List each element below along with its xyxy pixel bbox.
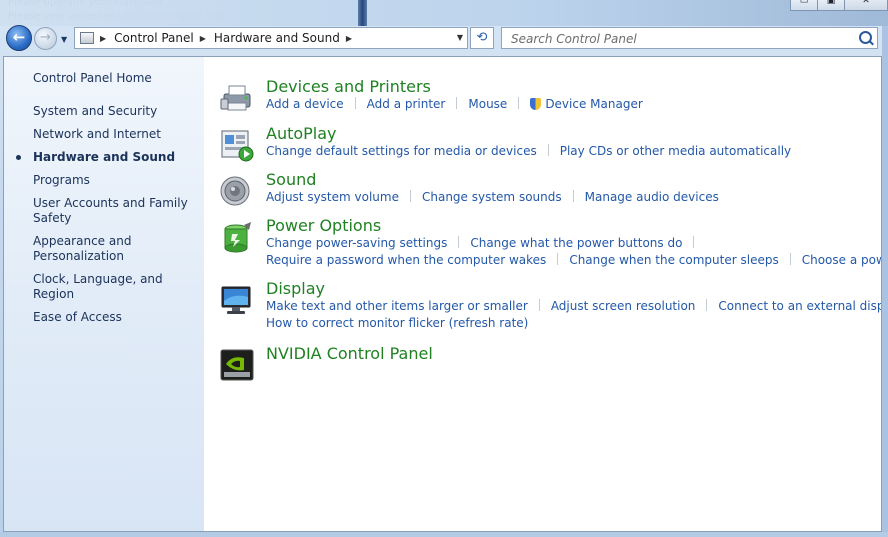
category-links: Require a password when the computer wak… [266,253,881,267]
category-title-devices-and-printers[interactable]: Devices and Printers [266,77,431,96]
minimize-button[interactable]: ▭ [790,0,818,11]
category-links: Change power-saving settings Change what … [266,236,705,250]
category-links: Make text and other items larger or smal… [266,299,881,313]
breadcrumb-arrow-icon[interactable]: ▶ [200,34,206,43]
window-border [0,532,888,537]
link-separator [409,190,411,202]
link-separator [557,253,559,265]
link-separator [693,236,695,248]
category-links: How to correct monitor flicker (refresh … [266,316,528,330]
minimize-icon: ▭ [799,0,809,6]
back-button[interactable]: ← [6,25,32,51]
sidebar-home-link[interactable]: Control Panel Home [33,71,152,85]
category-title-power-options[interactable]: Power Options [266,216,381,235]
background-window-text: Please upgrade your Flash app Please you… [8,0,231,24]
link-change-default-settings[interactable]: Change default settings for media or dev… [266,144,537,158]
nvidia-icon[interactable] [220,348,254,382]
link-separator [518,97,520,109]
sidebar-nav: System and Security Network and Internet… [16,104,198,333]
arrow-left-icon: ← [12,28,26,46]
category-title-autoplay[interactable]: AutoPlay [266,124,337,143]
link-power-buttons[interactable]: Change what the power buttons do [470,236,682,250]
link-change-system-sounds[interactable]: Change system sounds [422,190,562,204]
link-choose-power-plan[interactable]: Choose a power plan [802,253,881,267]
link-separator [456,97,458,109]
link-mouse[interactable]: Mouse [468,97,507,111]
maximize-button[interactable]: ▣ [817,0,845,11]
arrow-right-icon: → [40,30,51,45]
search-icon[interactable] [859,31,872,44]
monitor-icon[interactable] [220,283,254,317]
sidebar-item-network-and-internet[interactable]: Network and Internet [33,127,198,142]
link-add-a-device[interactable]: Add a device [266,97,344,111]
sidebar-item-hardware-and-sound[interactable]: Hardware and Sound [16,150,198,165]
caption-buttons: ▭ ▣ ✕ [790,0,888,11]
control-panel-icon [80,32,94,44]
navigation-bar: ← → ▼ ▶ Control Panel ▶ Hardware and Sou… [0,22,888,54]
close-button[interactable]: ✕ [844,0,888,11]
main-content: Devices and Printers Add a device Add a p… [220,57,881,531]
sidebar: Control Panel Home System and Security N… [4,57,204,531]
link-separator [789,253,791,265]
category-title-sound[interactable]: Sound [266,170,316,189]
link-separator [572,190,574,202]
breadcrumb-control-panel[interactable]: Control Panel [114,31,194,45]
category-title-display[interactable]: Display [266,279,325,298]
sidebar-item-ease-of-access[interactable]: Ease of Access [33,310,198,325]
link-play-cds[interactable]: Play CDs or other media automatically [560,144,791,158]
link-add-a-printer[interactable]: Add a printer [367,97,446,111]
breadcrumb-arrow-icon[interactable]: ▶ [100,34,106,43]
link-adjust-resolution[interactable]: Adjust screen resolution [551,299,696,313]
category-links: Add a device Add a printer Mouse Device Man… [266,97,643,111]
link-require-password[interactable]: Require a password when the computer wak… [266,253,546,267]
link-computer-sleeps[interactable]: Change when the computer sleeps [569,253,778,267]
printer-icon[interactable] [220,81,254,115]
window-border [882,26,888,537]
link-separator [354,97,356,109]
link-make-text-larger[interactable]: Make text and other items larger or smal… [266,299,528,313]
category-title-nvidia-control-panel[interactable]: NVIDIA Control Panel [266,344,433,363]
search-input[interactable] [509,29,843,49]
chevron-down-icon: ▼ [61,35,68,44]
breadcrumb-hardware-and-sound[interactable]: Hardware and Sound [214,31,340,45]
link-connect-external-display[interactable]: Connect to an external display [718,299,881,313]
link-manage-audio-devices[interactable]: Manage audio devices [585,190,719,204]
battery-icon[interactable] [220,220,254,254]
sidebar-item-appearance[interactable]: Appearance and Personalization [33,234,198,264]
address-bar[interactable]: ▶ Control Panel ▶ Hardware and Sound ▶ ▼ [74,27,468,49]
sidebar-item-system-and-security[interactable]: System and Security [33,104,198,119]
link-change-power-saving[interactable]: Change power-saving settings [266,236,447,250]
link-separator [547,144,549,156]
link-separator [706,299,708,311]
close-icon: ✕ [862,0,870,6]
uac-shield-icon [530,98,542,110]
search-box[interactable] [501,27,878,49]
link-adjust-system-volume[interactable]: Adjust system volume [266,190,399,204]
speaker-icon[interactable] [220,174,254,208]
sidebar-item-user-accounts[interactable]: User Accounts and Family Safety [33,196,198,226]
content-frame: Control Panel Home System and Security N… [3,56,882,532]
breadcrumb-arrow-icon[interactable]: ▶ [346,34,352,43]
sidebar-item-clock-language-region[interactable]: Clock, Language, and Region [33,272,198,302]
refresh-icon: ⟲ [476,30,488,45]
address-dropdown-icon[interactable]: ▼ [457,33,463,42]
forward-button[interactable]: → [34,27,57,50]
link-separator [538,299,540,311]
recent-pages-button[interactable]: ▼ [61,35,67,44]
maximize-icon: ▣ [826,0,836,6]
link-separator [458,236,460,248]
ghost-line: Please upgrade your Flash app [8,0,163,8]
link-device-manager[interactable]: Device Manager [545,97,642,111]
autoplay-icon[interactable] [220,128,254,162]
link-monitor-flicker[interactable]: How to correct monitor flicker (refresh … [266,316,528,330]
sidebar-item-programs[interactable]: Programs [33,173,198,188]
refresh-button[interactable]: ⟲ [470,27,494,49]
category-links: Change default settings for media or dev… [266,144,791,158]
category-links: Adjust system volume Change system sounds… [266,190,719,204]
